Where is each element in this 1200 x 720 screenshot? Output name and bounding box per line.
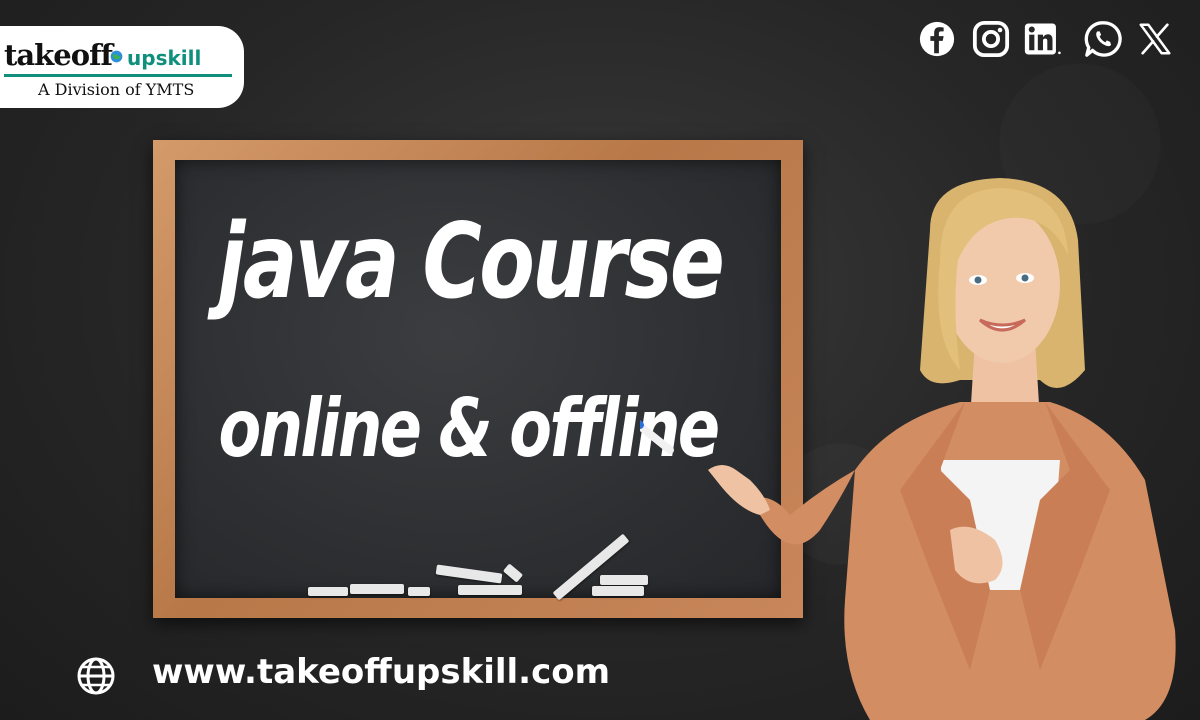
- x-icon[interactable]: [1136, 20, 1174, 58]
- chalk-piece: [308, 587, 348, 596]
- facebook-icon[interactable]: [918, 20, 956, 58]
- logo-underline: [4, 74, 232, 77]
- instagram-icon[interactable]: [972, 20, 1010, 58]
- brand-logo[interactable]: takeoff upskill A Division of YMTS: [0, 26, 244, 108]
- logo-brand-accent: upskill: [127, 46, 202, 70]
- chalk-piece: [592, 586, 644, 596]
- logo-tagline: A Division of YMTS: [38, 80, 195, 99]
- whatsapp-icon[interactable]: [1084, 20, 1122, 58]
- chalk-piece: [408, 587, 430, 596]
- presenter-woman: [640, 178, 1176, 720]
- logo-brand-main: takeoff: [4, 38, 113, 72]
- globe-icon: [77, 657, 115, 695]
- chalk-piece: [350, 584, 404, 594]
- chalk-piece: [458, 585, 522, 595]
- logo-globe-icon: [110, 50, 123, 63]
- logo-wordmark: takeoff upskill: [4, 38, 201, 72]
- linkedin-icon[interactable]: [1024, 20, 1062, 58]
- website-link[interactable]: www.takeoffupskill.com: [152, 652, 610, 692]
